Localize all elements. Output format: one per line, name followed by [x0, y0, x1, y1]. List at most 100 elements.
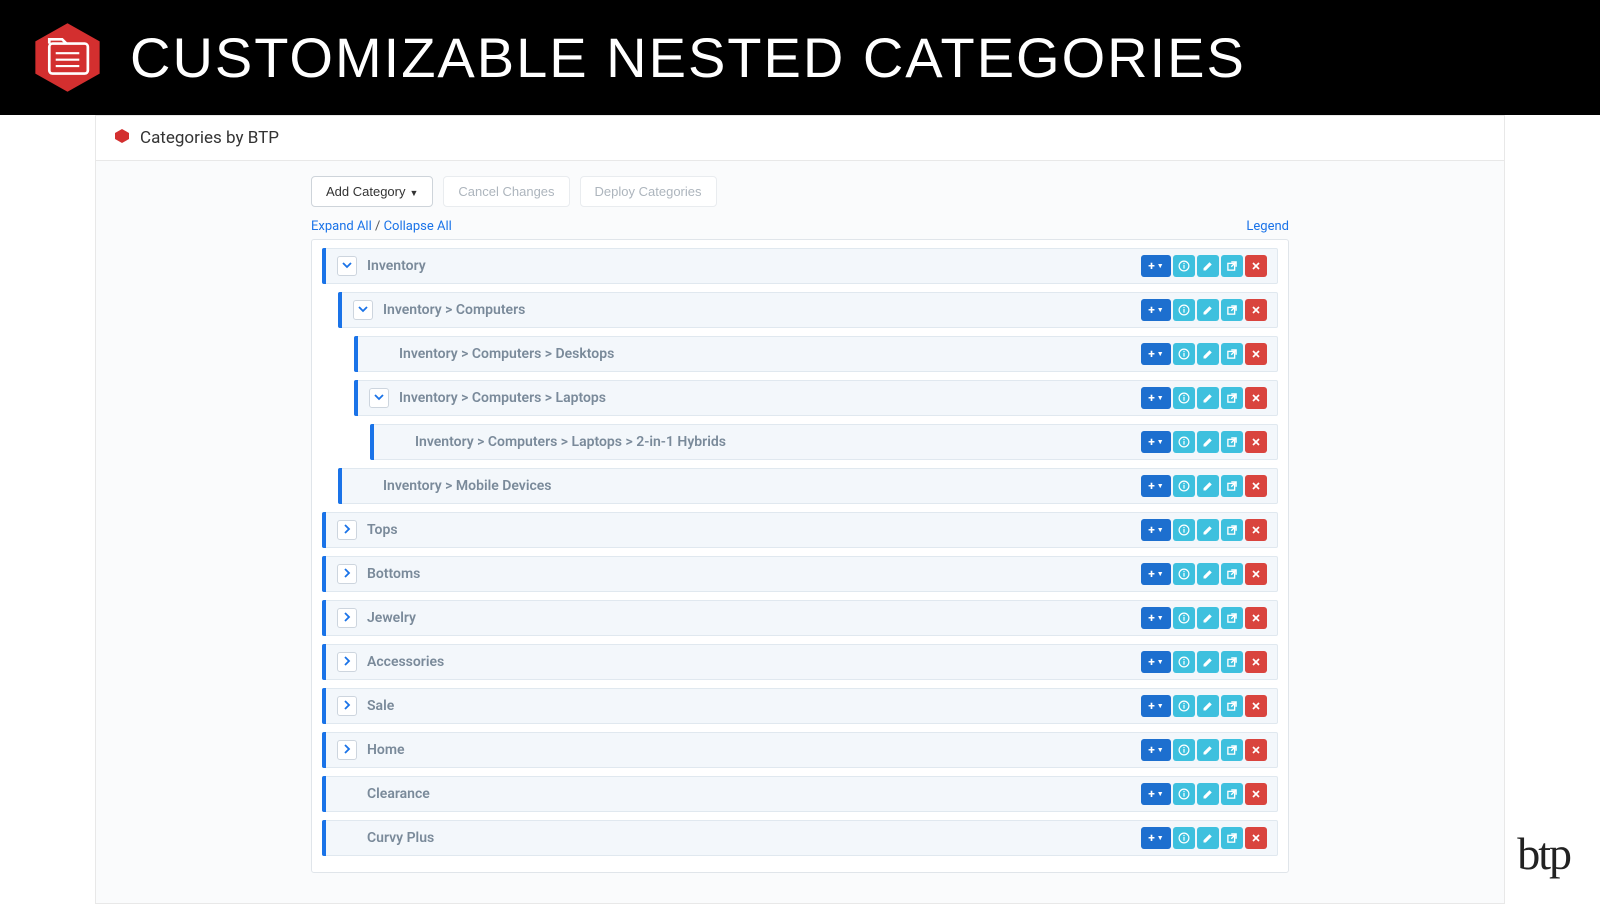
- delete-button[interactable]: [1245, 651, 1267, 673]
- expand-button[interactable]: [337, 608, 357, 628]
- edit-button[interactable]: [1197, 783, 1219, 805]
- open-external-button[interactable]: [1221, 431, 1243, 453]
- collapse-button[interactable]: [369, 388, 389, 408]
- info-button[interactable]: [1173, 299, 1195, 321]
- open-external-button[interactable]: [1221, 475, 1243, 497]
- add-child-button[interactable]: +▼: [1141, 739, 1171, 761]
- info-button[interactable]: [1173, 387, 1195, 409]
- category-row[interactable]: Inventory > Computers > Laptops > 2-in-1…: [370, 424, 1278, 460]
- category-row[interactable]: Bottoms+▼: [322, 556, 1278, 592]
- category-row[interactable]: Sale+▼: [322, 688, 1278, 724]
- category-row[interactable]: Jewelry+▼: [322, 600, 1278, 636]
- edit-button[interactable]: [1197, 827, 1219, 849]
- category-row[interactable]: Home+▼: [322, 732, 1278, 768]
- delete-button[interactable]: [1245, 827, 1267, 849]
- category-row[interactable]: Accessories+▼: [322, 644, 1278, 680]
- delete-button[interactable]: [1245, 299, 1267, 321]
- info-button[interactable]: [1173, 519, 1195, 541]
- info-button[interactable]: [1173, 651, 1195, 673]
- delete-button[interactable]: [1245, 387, 1267, 409]
- toggle-spacer: [385, 432, 405, 452]
- add-child-button[interactable]: +▼: [1141, 475, 1171, 497]
- open-external-button[interactable]: [1221, 607, 1243, 629]
- open-external-button[interactable]: [1221, 651, 1243, 673]
- info-button[interactable]: [1173, 739, 1195, 761]
- delete-button[interactable]: [1245, 431, 1267, 453]
- add-child-button[interactable]: +▼: [1141, 695, 1171, 717]
- info-button[interactable]: [1173, 783, 1195, 805]
- open-external-button[interactable]: [1221, 519, 1243, 541]
- legend-link[interactable]: Legend: [1246, 219, 1289, 234]
- delete-button[interactable]: [1245, 343, 1267, 365]
- info-button[interactable]: [1173, 431, 1195, 453]
- add-child-button[interactable]: +▼: [1141, 563, 1171, 585]
- edit-button[interactable]: [1197, 343, 1219, 365]
- add-child-button[interactable]: +▼: [1141, 519, 1171, 541]
- delete-button[interactable]: [1245, 519, 1267, 541]
- add-child-button[interactable]: +▼: [1141, 651, 1171, 673]
- delete-button[interactable]: [1245, 695, 1267, 717]
- info-button[interactable]: [1173, 255, 1195, 277]
- edit-button[interactable]: [1197, 563, 1219, 585]
- collapse-all-link[interactable]: Collapse All: [384, 219, 452, 234]
- edit-button[interactable]: [1197, 431, 1219, 453]
- add-child-button[interactable]: +▼: [1141, 607, 1171, 629]
- add-child-button[interactable]: +▼: [1141, 783, 1171, 805]
- category-row[interactable]: Inventory+▼: [322, 248, 1278, 284]
- category-row[interactable]: Inventory > Computers+▼: [338, 292, 1278, 328]
- add-child-button[interactable]: +▼: [1141, 431, 1171, 453]
- open-external-button[interactable]: [1221, 695, 1243, 717]
- open-external-button[interactable]: [1221, 783, 1243, 805]
- edit-button[interactable]: [1197, 475, 1219, 497]
- delete-button[interactable]: [1245, 607, 1267, 629]
- edit-button[interactable]: [1197, 739, 1219, 761]
- collapse-button[interactable]: [353, 300, 373, 320]
- expand-button[interactable]: [337, 696, 357, 716]
- open-external-button[interactable]: [1221, 563, 1243, 585]
- open-external-button[interactable]: [1221, 255, 1243, 277]
- delete-button[interactable]: [1245, 475, 1267, 497]
- edit-button[interactable]: [1197, 519, 1219, 541]
- category-row[interactable]: Tops+▼: [322, 512, 1278, 548]
- category-row[interactable]: Inventory > Computers > Desktops+▼: [354, 336, 1278, 372]
- edit-button[interactable]: [1197, 299, 1219, 321]
- edit-button[interactable]: [1197, 607, 1219, 629]
- cancel-changes-button[interactable]: Cancel Changes: [443, 176, 569, 207]
- delete-button[interactable]: [1245, 255, 1267, 277]
- delete-button[interactable]: [1245, 739, 1267, 761]
- open-external-button[interactable]: [1221, 343, 1243, 365]
- deploy-categories-button[interactable]: Deploy Categories: [580, 176, 717, 207]
- add-category-button[interactable]: Add Category▼: [311, 176, 433, 207]
- expand-button[interactable]: [337, 520, 357, 540]
- category-row[interactable]: Inventory > Computers > Laptops+▼: [354, 380, 1278, 416]
- edit-button[interactable]: [1197, 387, 1219, 409]
- open-external-button[interactable]: [1221, 827, 1243, 849]
- add-child-button[interactable]: +▼: [1141, 255, 1171, 277]
- add-child-button[interactable]: +▼: [1141, 827, 1171, 849]
- edit-button[interactable]: [1197, 651, 1219, 673]
- add-child-button[interactable]: +▼: [1141, 387, 1171, 409]
- expand-all-link[interactable]: Expand All: [311, 219, 372, 234]
- expand-button[interactable]: [337, 564, 357, 584]
- collapse-button[interactable]: [337, 256, 357, 276]
- add-child-button[interactable]: +▼: [1141, 299, 1171, 321]
- category-row[interactable]: Curvy Plus+▼: [322, 820, 1278, 856]
- category-row[interactable]: Inventory > Mobile Devices+▼: [338, 468, 1278, 504]
- add-child-button[interactable]: +▼: [1141, 343, 1171, 365]
- edit-button[interactable]: [1197, 255, 1219, 277]
- delete-button[interactable]: [1245, 563, 1267, 585]
- info-button[interactable]: [1173, 695, 1195, 717]
- expand-button[interactable]: [337, 740, 357, 760]
- info-button[interactable]: [1173, 607, 1195, 629]
- info-button[interactable]: [1173, 827, 1195, 849]
- info-button[interactable]: [1173, 563, 1195, 585]
- info-button[interactable]: [1173, 475, 1195, 497]
- info-button[interactable]: [1173, 343, 1195, 365]
- open-external-button[interactable]: [1221, 387, 1243, 409]
- category-row[interactable]: Clearance+▼: [322, 776, 1278, 812]
- delete-button[interactable]: [1245, 783, 1267, 805]
- open-external-button[interactable]: [1221, 739, 1243, 761]
- expand-button[interactable]: [337, 652, 357, 672]
- edit-button[interactable]: [1197, 695, 1219, 717]
- open-external-button[interactable]: [1221, 299, 1243, 321]
